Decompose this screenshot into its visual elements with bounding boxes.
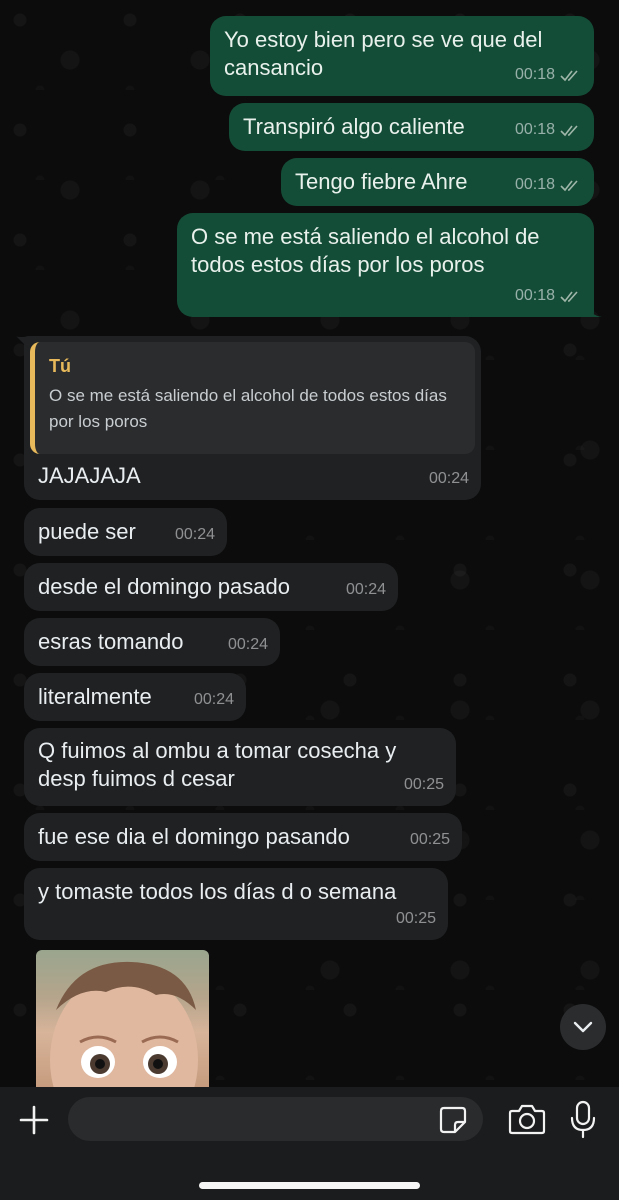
incoming-message[interactable]: desde el domingo pasado 00:24: [24, 563, 398, 611]
sticker-icon: [439, 1106, 467, 1134]
double-check-icon: [560, 180, 578, 192]
message-text: Q fuimos al ombu a tomar cosecha y desp …: [38, 738, 397, 791]
plus-icon: [19, 1105, 49, 1135]
message-time: 00:24: [193, 691, 234, 708]
message-input[interactable]: [68, 1097, 483, 1141]
message-text: fue ese dia el domingo pasando: [38, 824, 350, 849]
camera-button[interactable]: [508, 1102, 546, 1136]
message-meta: 00:18: [515, 61, 582, 89]
message-time: 00:18: [514, 66, 555, 83]
message-time: 00:25: [403, 776, 444, 793]
outgoing-message[interactable]: O se me está saliendo el alcohol de todo…: [177, 213, 602, 317]
bubble-tail: [586, 301, 602, 317]
message-text: desde el domingo pasado: [38, 574, 290, 599]
chevron-down-icon: [573, 1021, 593, 1033]
photo-face: [50, 961, 198, 1087]
outgoing-message[interactable]: Tengo fiebre Ahre 00:18: [281, 158, 594, 206]
double-check-icon: [560, 125, 578, 137]
reply-message[interactable]: Tú O se me está saliendo el alcohol de t…: [16, 336, 481, 500]
outgoing-message[interactable]: Yo estoy bien pero se ve que del cansanc…: [210, 16, 594, 96]
message-time: 00:24: [227, 636, 268, 653]
sticker-button[interactable]: [438, 1105, 468, 1135]
photo-message[interactable]: [36, 950, 209, 1087]
message-time: 00:24: [174, 526, 215, 543]
home-indicator: [199, 1182, 420, 1189]
outgoing-message[interactable]: Transpiró algo caliente 00:18: [229, 103, 594, 151]
scroll-to-bottom-button[interactable]: [560, 1004, 606, 1050]
message-meta: 00:24: [194, 686, 234, 714]
microphone-icon: [570, 1100, 596, 1139]
attach-button[interactable]: [14, 1100, 54, 1140]
quote-author: Tú: [49, 356, 71, 376]
message-time: 00:18: [514, 121, 555, 138]
message-time: 00:18: [514, 176, 555, 193]
message-meta: 00:18: [515, 171, 582, 199]
microphone-button[interactable]: [568, 1100, 598, 1140]
incoming-message[interactable]: esras tomando 00:24: [24, 618, 280, 666]
double-check-icon: [560, 291, 578, 303]
message-meta: 00:24: [228, 631, 268, 659]
message-time: 00:18: [514, 287, 555, 304]
message-time: 00:25: [409, 831, 450, 848]
message-meta: 00:24: [346, 576, 386, 604]
quote-text: O se me está saliendo el alcohol de todo…: [49, 386, 447, 431]
message-time: 00:24: [428, 470, 469, 487]
message-meta: 00:18: [515, 282, 582, 310]
incoming-message[interactable]: fue ese dia el domingo pasando 00:25: [24, 813, 462, 861]
message-meta: 00:25: [404, 771, 444, 799]
message-text: O se me está saliendo el alcohol de todo…: [191, 224, 540, 277]
message-meta: 00:18: [515, 116, 582, 144]
message-time: 00:25: [395, 910, 436, 927]
message-text: JAJAJAJA: [38, 463, 141, 488]
double-check-icon: [560, 70, 578, 82]
message-meta: 00:24: [175, 521, 215, 549]
quoted-message[interactable]: Tú O se me está saliendo el alcohol de t…: [30, 342, 475, 454]
incoming-message[interactable]: literalmente 00:24: [24, 673, 246, 721]
incoming-message[interactable]: puede ser 00:24: [24, 508, 227, 556]
message-meta: 00:25: [410, 826, 450, 854]
message-time: 00:24: [345, 581, 386, 598]
incoming-message[interactable]: y tomaste todos los días d o semana 00:2…: [24, 868, 448, 940]
incoming-message[interactable]: Q fuimos al ombu a tomar cosecha y desp …: [24, 728, 456, 806]
camera-icon: [508, 1104, 546, 1135]
message-meta: 00:25: [396, 905, 436, 933]
message-text: y tomaste todos los días d o semana: [38, 879, 397, 904]
message-meta: 00:24: [429, 465, 469, 493]
